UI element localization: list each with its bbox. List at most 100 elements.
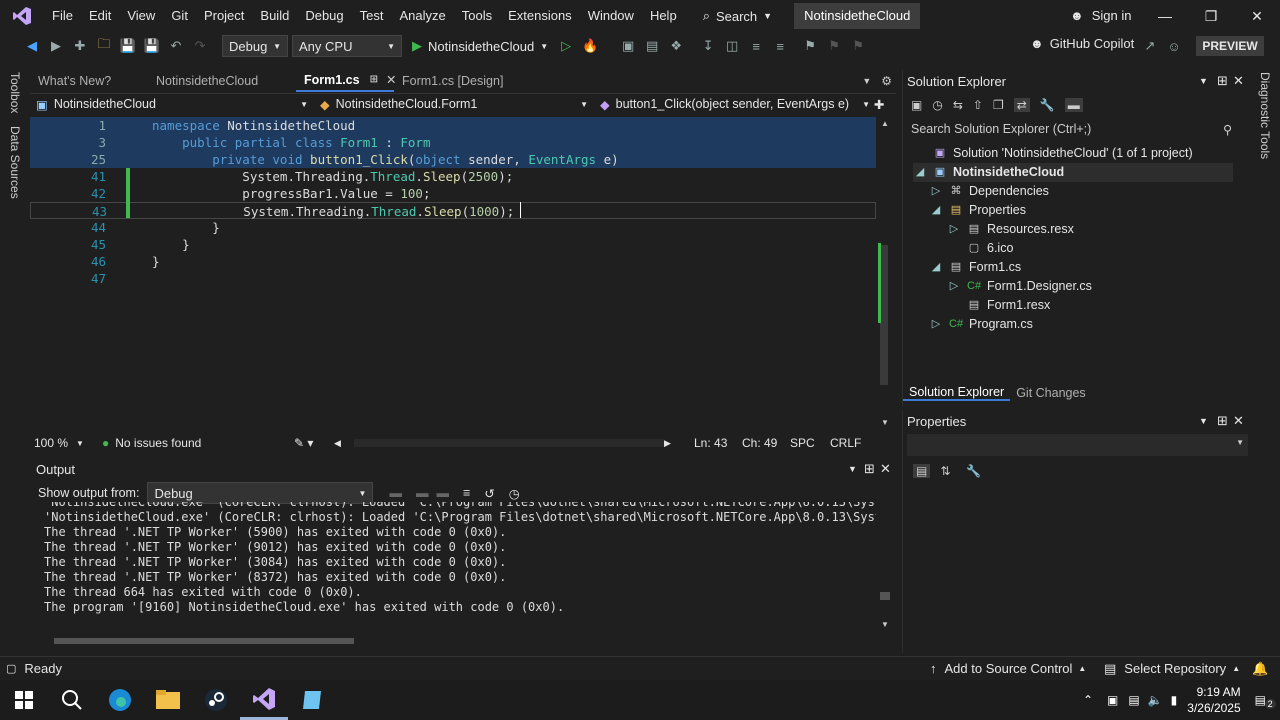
pending-changes-icon[interactable]: ◷: [932, 98, 942, 112]
scroll-thumb[interactable]: [880, 245, 888, 385]
menu-window[interactable]: Window: [580, 0, 642, 32]
gear-icon[interactable]: ⚙: [881, 74, 892, 88]
horizontal-scrollbar[interactable]: [354, 439, 664, 447]
menu-tools[interactable]: Tools: [454, 0, 500, 32]
hot-reload-icon[interactable]: 🔥: [580, 36, 600, 56]
find-message-icon[interactable]: ▬: [389, 486, 402, 500]
tree-resources-resx[interactable]: ▷ ▤ Resources.resx: [947, 220, 1074, 239]
pin-icon[interactable]: ⊞: [1217, 413, 1228, 429]
code-line[interactable]: 42 progressBar1.Value = 100;: [30, 185, 876, 202]
object-select[interactable]: ▼: [907, 434, 1248, 456]
output-text-area[interactable]: 'NotinsidetheCloud.exe' (CoreCLR: clrhos…: [44, 502, 876, 634]
sticky-scroll-line[interactable]: 1 namespace NotinsidetheCloud: [30, 117, 876, 134]
close-icon[interactable]: ✕: [1233, 73, 1244, 89]
code-editor[interactable]: 1 namespace NotinsidetheCloud 3 public par…: [30, 115, 876, 433]
sticky-scroll-line[interactable]: 3 public partial class Form1 : Form: [30, 134, 876, 151]
search-icon[interactable]: [48, 680, 96, 720]
tab-form1-design[interactable]: Form1.cs [Design]: [394, 70, 524, 92]
platform-select[interactable]: Any CPU ▼: [292, 35, 402, 57]
network-icon[interactable]: ▤: [1128, 693, 1139, 707]
code-cleanup-icon[interactable]: ✎ ▾: [294, 436, 334, 450]
properties-wrench-icon[interactable]: 🔧: [1040, 98, 1055, 112]
battery-icon[interactable]: ▮: [1171, 693, 1178, 707]
property-pages-icon[interactable]: 🔧: [966, 464, 981, 478]
code-line[interactable]: 43 System.Threading.Thread.Sleep(1000);: [30, 202, 876, 219]
pin-icon[interactable]: ⊞: [1217, 73, 1228, 89]
browse-icon[interactable]: ▣: [618, 36, 638, 56]
redo-icon[interactable]: ↷: [190, 36, 210, 56]
notifications-bell-icon[interactable]: 🔔: [1252, 661, 1268, 677]
preview-selected-icon[interactable]: ▬: [1064, 98, 1083, 112]
tab-whats-new[interactable]: What's New?: [30, 70, 148, 92]
windows-start-icon[interactable]: [0, 680, 48, 720]
zoom-dropdown[interactable]: 100 % ▼: [30, 436, 94, 450]
filter-icon[interactable]: ⇄: [1013, 98, 1030, 112]
indent-icon[interactable]: ≡: [746, 36, 766, 56]
expand-arrow-icon[interactable]: ◢: [929, 258, 943, 277]
next-message-icon[interactable]: ▬: [436, 486, 449, 500]
search-button[interactable]: ⌕ Search ▼: [695, 8, 780, 24]
expand-arrow-icon[interactable]: ▷: [929, 182, 943, 201]
menu-help[interactable]: Help: [642, 0, 685, 32]
tab-form1-cs[interactable]: Form1.cs ⊞ ✕: [296, 69, 396, 92]
window-position-icon[interactable]: ▼: [848, 464, 857, 474]
code-line[interactable]: 46}: [30, 253, 876, 270]
save-icon[interactable]: 💾: [118, 36, 138, 56]
scroll-up-icon[interactable]: ▲: [881, 119, 889, 128]
github-copilot-button[interactable]: ☻ GitHub Copilot: [1030, 36, 1134, 51]
tab-git-changes[interactable]: Git Changes: [1010, 386, 1091, 400]
menu-extensions[interactable]: Extensions: [500, 0, 580, 32]
solution-search-box[interactable]: Search Solution Explorer (Ctrl+;) ⚲: [907, 118, 1248, 140]
scroll-right-icon[interactable]: ▶: [664, 438, 694, 449]
menu-git[interactable]: Git: [163, 0, 196, 32]
visual-studio-taskbar-icon[interactable]: [240, 680, 288, 720]
menu-file[interactable]: File: [44, 0, 81, 32]
show-all-files-icon[interactable]: ❐: [993, 98, 1004, 112]
file-explorer-icon[interactable]: [144, 680, 192, 720]
layout-icon[interactable]: ▤: [642, 36, 662, 56]
window-position-icon[interactable]: ▼: [1199, 76, 1208, 86]
search-icon[interactable]: ⚲: [1223, 122, 1232, 137]
live-share-icon[interactable]: ↗: [1140, 36, 1160, 56]
save-all-icon[interactable]: 💾: [142, 36, 162, 56]
line-ending-mode[interactable]: CRLF: [830, 436, 870, 450]
edge-browser-icon[interactable]: [96, 680, 144, 720]
preview-button[interactable]: PREVIEW: [1196, 36, 1264, 56]
sync-icon[interactable]: ⇆: [953, 98, 963, 112]
class-dropdown[interactable]: ◆ NotinsidetheCloud.Form1 ▼: [314, 97, 594, 112]
menu-edit[interactable]: Edit: [81, 0, 119, 32]
close-window-button[interactable]: ✕: [1234, 0, 1280, 32]
scroll-down-icon[interactable]: ▼: [881, 418, 889, 427]
tab-solution-explorer[interactable]: Solution Explorer: [903, 385, 1011, 401]
clear-all-icon[interactable]: ≡: [463, 486, 470, 500]
scroll-down-icon[interactable]: ▼: [881, 620, 889, 629]
whitespace-mode[interactable]: SPC: [790, 436, 830, 450]
system-tray-app-icon[interactable]: ▣: [1107, 693, 1118, 707]
expand-arrow-icon[interactable]: ▷: [947, 220, 961, 239]
sign-in-button[interactable]: ☻ Sign in: [1070, 0, 1131, 32]
sticky-scroll-line[interactable]: 25 private void button1_Click(object sen…: [30, 151, 876, 168]
expand-arrow-icon[interactable]: ▷: [929, 315, 943, 334]
step-icon[interactable]: ↧: [698, 36, 718, 56]
volume-icon[interactable]: 🔈: [1148, 693, 1163, 707]
notification-center-icon[interactable]: ▤ 2: [1255, 693, 1276, 709]
word-wrap-icon[interactable]: ↺: [484, 486, 494, 501]
categorized-icon[interactable]: ▤: [913, 464, 931, 478]
clock-icon[interactable]: ◷: [509, 486, 520, 501]
member-dropdown[interactable]: ◆ button1_Click(object sender, EventArgs…: [594, 97, 874, 112]
tree-form1-cs[interactable]: ◢ ▤ Form1.cs: [929, 258, 1021, 277]
minimize-button[interactable]: —: [1142, 0, 1188, 32]
bookmark-prev-icon[interactable]: ⚑: [824, 36, 844, 56]
bookmark-next-icon[interactable]: ⚑: [848, 36, 868, 56]
menu-build[interactable]: Build: [252, 0, 297, 32]
undo-icon[interactable]: ↶: [166, 36, 186, 56]
solution-config-select[interactable]: Debug ▼: [222, 35, 288, 57]
code-line[interactable]: 44 }: [30, 219, 876, 236]
pin-icon[interactable]: ⊞: [370, 69, 378, 91]
tree-icon-file[interactable]: ▢ 6.ico: [947, 239, 1014, 258]
start-without-debug-icon[interactable]: ▷: [556, 36, 576, 56]
select-repository-button[interactable]: ▤ Select Repository ▲: [1104, 661, 1240, 677]
windows-icon[interactable]: ◫: [722, 36, 742, 56]
diagnostic-tools-tab[interactable]: Diagnostic Tools: [1258, 72, 1272, 159]
tree-program-cs[interactable]: ▷ C# Program.cs: [929, 315, 1033, 334]
